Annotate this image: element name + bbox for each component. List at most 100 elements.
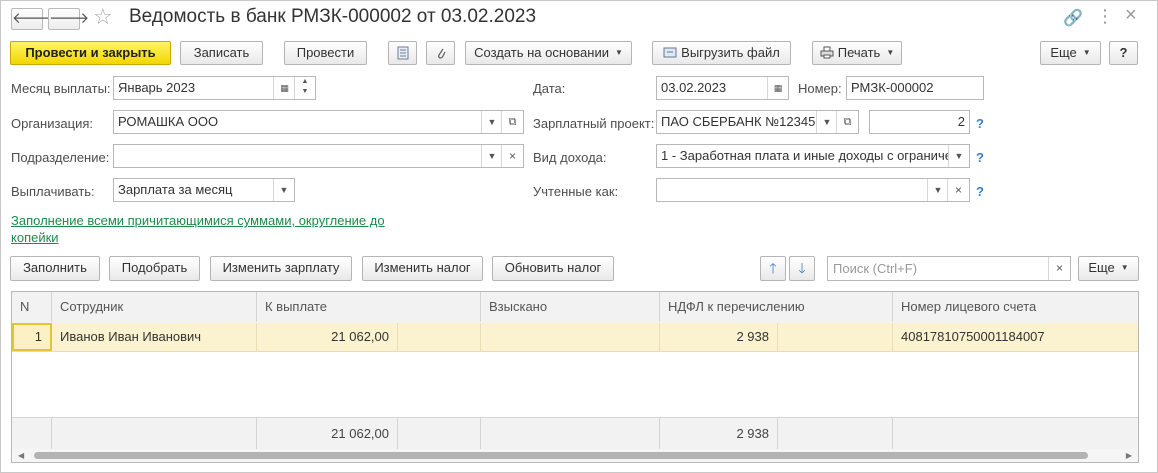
arrow-left-icon: 🡐: [12, 10, 53, 27]
totals-payout-cell: 21 062,00: [257, 418, 398, 449]
dropdown-arrow-icon[interactable]: ▼: [273, 179, 294, 201]
row-number-cell[interactable]: 1: [12, 323, 52, 351]
change-salary-button[interactable]: Изменить зарплату: [210, 256, 352, 281]
back-button[interactable]: 🡐: [11, 8, 52, 30]
payout-cell[interactable]: 21 062,00: [257, 323, 398, 351]
arrow-up-icon: 🡑: [769, 260, 777, 276]
post-and-close-button[interactable]: Провести и закрыть: [10, 41, 171, 65]
move-down-button[interactable]: 🡓: [789, 256, 815, 281]
column-header-payout[interactable]: К выплате: [257, 292, 481, 322]
forward-button[interactable]: 🡒: [48, 8, 89, 30]
scroll-right-icon[interactable]: ▶: [1126, 449, 1132, 462]
table-more-button[interactable]: Еще ▼: [1078, 256, 1139, 281]
scroll-left-icon[interactable]: ◀: [18, 449, 24, 462]
department-label: Подразделение:: [11, 150, 110, 165]
table-header: N Сотрудник К выплате Взыскано НДФЛ к пе…: [12, 292, 1138, 324]
update-tax-button[interactable]: Обновить налог: [492, 256, 614, 281]
link-icon[interactable]: 🔗: [1063, 8, 1083, 28]
clear-icon[interactable]: ×: [501, 145, 523, 167]
pick-button[interactable]: Подобрать: [109, 256, 200, 281]
date-field[interactable]: 03.02.2023 ▦: [656, 76, 789, 100]
counted-as-field[interactable]: ▼ ×: [656, 178, 970, 202]
totals-n-cell: [12, 418, 52, 449]
account-cell[interactable]: 40817810750001184007: [893, 323, 1138, 351]
payments-table[interactable]: N Сотрудник К выплате Взыскано НДФЛ к пе…: [11, 291, 1139, 463]
arrow-down-icon: 🡓: [798, 260, 806, 276]
totals-ndfl-cell: 2 938: [660, 418, 778, 449]
salary-project-label: Зарплатный проект:: [533, 116, 655, 131]
open-form-icon[interactable]: ⧉: [836, 111, 858, 133]
dropdown-arrow-icon[interactable]: ▼: [816, 111, 837, 133]
income-type-label: Вид дохода:: [533, 150, 607, 165]
create-based-on-button[interactable]: Создать на основании ▼: [465, 41, 632, 65]
organization-label: Организация:: [11, 116, 94, 131]
calendar-icon[interactable]: ▦: [273, 77, 295, 99]
totals-withheld-cell: [481, 418, 660, 449]
column-header-ndfl[interactable]: НДФЛ к перечислению: [660, 292, 893, 322]
printer-icon: [820, 46, 834, 59]
post-button[interactable]: Провести: [284, 41, 367, 65]
totals-payout-extra-cell: [398, 418, 481, 449]
page-title: Ведомость в банк РМЗК-000002 от 03.02.20…: [129, 6, 537, 27]
dropdown-arrow-icon[interactable]: ▼: [927, 179, 948, 201]
column-header-n[interactable]: N: [12, 292, 52, 322]
totals-ndfl-extra-cell: [778, 418, 893, 449]
withheld-cell[interactable]: [481, 323, 660, 351]
column-header-account[interactable]: Номер лицевого счета: [893, 292, 1138, 322]
chevron-down-icon: ▼: [1082, 48, 1091, 57]
paperclip-icon: [437, 48, 446, 59]
export-file-button[interactable]: Выгрузить файл: [652, 41, 791, 65]
spin-stepper-icon[interactable]: ▲ ▼: [294, 77, 315, 99]
table-row[interactable]: 1 Иванов Иван Иванович 21 062,00 2 938 4…: [12, 323, 1138, 352]
calendar-icon[interactable]: ▦: [767, 77, 788, 99]
ndfl-cell[interactable]: 2 938: [660, 323, 778, 351]
dropdown-arrow-icon[interactable]: ▼: [481, 145, 502, 167]
payout-extra-cell[interactable]: [398, 323, 481, 351]
more-actions-button[interactable]: Еще ▼: [1040, 41, 1101, 65]
clear-search-icon[interactable]: ×: [1048, 257, 1070, 280]
more-menu-icon[interactable]: ⋮: [1096, 6, 1114, 27]
print-button[interactable]: Печать ▼: [812, 41, 902, 65]
department-field[interactable]: ▼ ×: [113, 144, 524, 168]
chevron-down-icon: ▼: [1120, 263, 1129, 272]
report-button[interactable]: [388, 41, 417, 65]
change-tax-button[interactable]: Изменить налог: [362, 256, 483, 281]
favorite-star-icon[interactable]: ☆: [93, 4, 113, 30]
help-button[interactable]: ?: [1109, 41, 1138, 65]
search-input[interactable]: Поиск (Ctrl+F) ×: [827, 256, 1071, 281]
income-type-field[interactable]: 1 - Заработная плата и иные доходы с огр…: [656, 144, 970, 168]
move-up-button[interactable]: 🡑: [760, 256, 786, 281]
totals-account-cell: [893, 418, 1138, 449]
export-icon: [663, 47, 677, 58]
organization-field[interactable]: РОМАШКА ООО ▼ ⧉: [113, 110, 524, 134]
month-label: Месяц выплаты:: [11, 81, 111, 96]
save-button[interactable]: Записать: [180, 41, 263, 65]
close-icon[interactable]: ×: [1125, 4, 1137, 27]
fill-button[interactable]: Заполнить: [10, 256, 100, 281]
document-list-icon: [397, 46, 408, 60]
fill-settings-link[interactable]: Заполнение всеми причитающимися суммами,…: [11, 212, 411, 246]
clear-icon[interactable]: ×: [947, 179, 969, 201]
dropdown-arrow-icon[interactable]: ▼: [481, 111, 502, 133]
dropdown-arrow-icon[interactable]: ▼: [948, 145, 969, 167]
salary-project-field[interactable]: ПАО СБЕРБАНК №12345 ▼ ⧉: [656, 110, 859, 134]
employee-cell[interactable]: Иванов Иван Иванович: [52, 323, 257, 351]
column-header-withheld[interactable]: Взыскано: [481, 292, 660, 322]
date-label: Дата:: [533, 81, 566, 96]
open-form-icon[interactable]: ⧉: [501, 111, 523, 133]
salary-project-number-field[interactable]: 2: [869, 110, 970, 134]
help-question-icon[interactable]: ?: [976, 116, 984, 131]
month-field[interactable]: Январь 2023 ▦ ▲ ▼: [113, 76, 316, 100]
scrollbar-thumb[interactable]: [34, 452, 1088, 459]
attachments-button[interactable]: [426, 41, 455, 65]
help-question-icon[interactable]: ?: [976, 150, 984, 165]
column-header-employee[interactable]: Сотрудник: [52, 292, 257, 322]
number-label: Номер:: [798, 81, 842, 96]
counted-as-label: Учтенные как:: [533, 184, 619, 199]
ndfl-extra-cell[interactable]: [778, 323, 893, 351]
chevron-down-icon: ▼: [614, 48, 623, 57]
pay-field[interactable]: Зарплата за месяц ▼: [113, 178, 295, 202]
number-field[interactable]: РМЗК-000002: [846, 76, 984, 100]
horizontal-scrollbar[interactable]: ◀ ▶: [12, 449, 1138, 462]
help-question-icon[interactable]: ?: [976, 184, 984, 199]
